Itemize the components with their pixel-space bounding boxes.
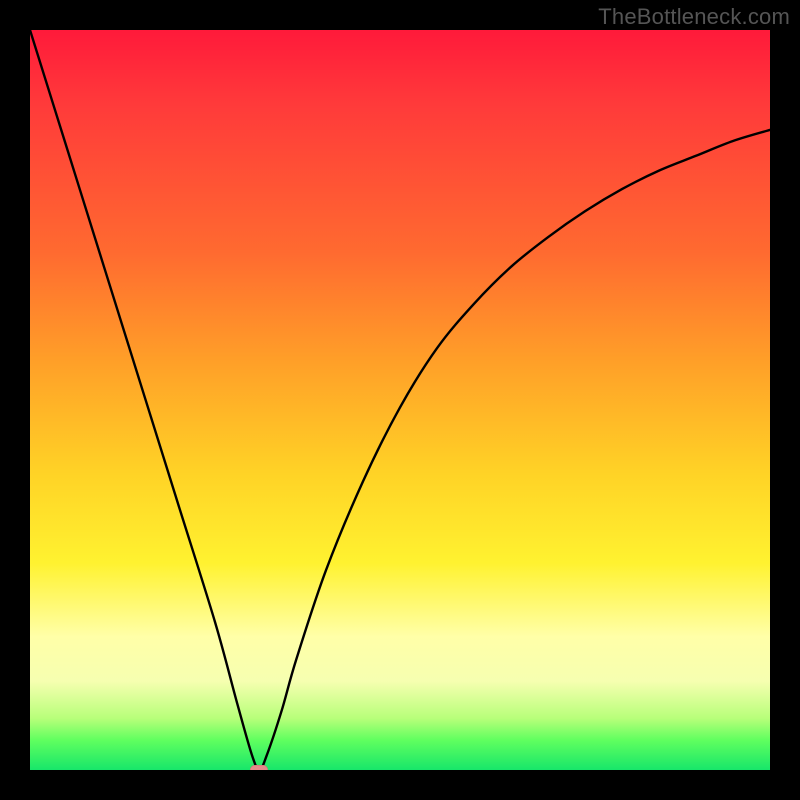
bottleneck-curve [30, 30, 770, 770]
plot-area [30, 30, 770, 770]
chart-frame: TheBottleneck.com [0, 0, 800, 800]
watermark-text: TheBottleneck.com [598, 4, 790, 30]
optimal-point-marker [250, 765, 268, 770]
